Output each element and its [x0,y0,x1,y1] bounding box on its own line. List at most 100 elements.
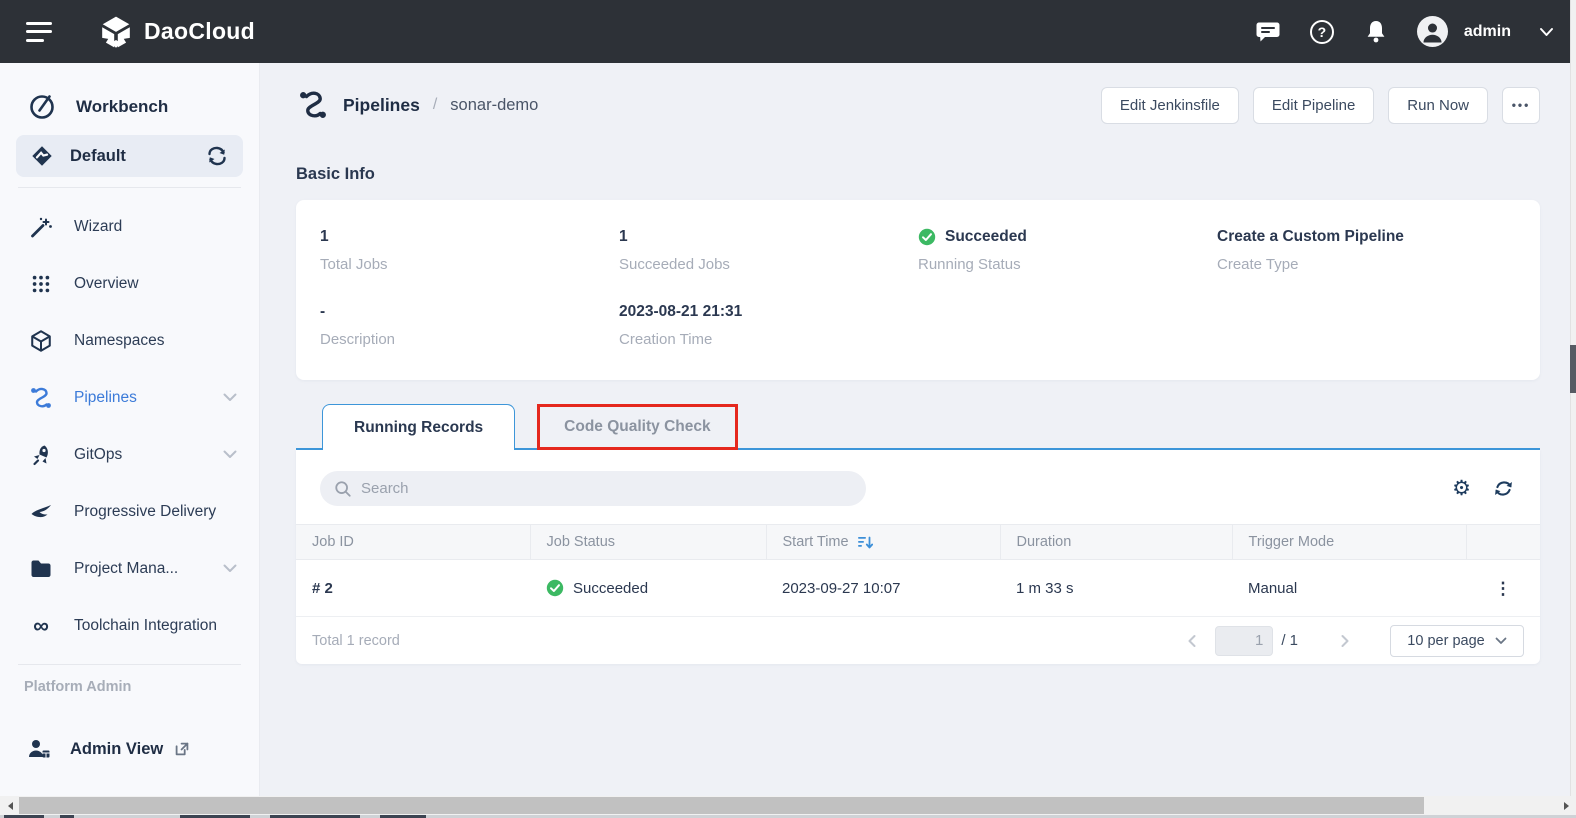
sidebar-item-namespaces[interactable]: Namespaces [0,312,259,369]
chevron-down-icon [223,564,237,573]
cell-trigger-mode: Manual [1232,560,1466,617]
run-now-button[interactable]: Run Now [1388,87,1488,124]
sidebar-item-progressive-delivery[interactable]: Progressive Delivery [0,483,259,540]
col-job-status[interactable]: Job Status [530,525,766,560]
edit-jenkinsfile-button[interactable]: Edit Jenkinsfile [1101,87,1239,124]
sidebar-divider [18,187,241,188]
basic-info-title: Basic Info [296,165,1540,184]
top-bar: DaoCloud ? [0,0,1576,63]
sidebar-item-admin-view[interactable]: Admin View [0,727,259,771]
scroll-left-arrow-icon[interactable] [0,796,19,815]
tab-bar: Running Records Code Quality Check [296,404,1540,450]
col-trigger-mode[interactable]: Trigger Mode [1232,525,1466,560]
column-settings-gear-icon[interactable]: ⚙ [1452,478,1471,499]
breadcrumb-separator: / [433,96,437,114]
basic-info-card: 1 Total Jobs 1 Succeeded Jobs [296,200,1540,380]
page-number-input[interactable] [1215,626,1273,656]
gitops-rocket-icon [28,443,54,467]
cell-duration: 1 m 33 s [1000,560,1232,617]
wizard-wand-icon [28,215,54,239]
info-create-type: Create a Custom Pipeline Create Type [1217,228,1516,273]
info-description: - Description [320,303,619,348]
main-content: Pipelines / sonar-demo Edit Jenkinsfile … [260,63,1576,796]
sidebar: Workbench Default [0,63,260,796]
pipelines-icon [296,88,330,122]
breadcrumb-current: sonar-demo [450,96,538,115]
scroll-right-arrow-icon[interactable] [1557,796,1576,815]
search-input[interactable] [361,480,852,497]
workbench-icon [28,93,56,121]
menu-icon[interactable] [26,22,52,42]
cell-start-time: 2023-09-27 10:07 [766,560,1000,617]
success-check-icon [918,228,936,246]
search-input-wrap[interactable] [320,471,866,506]
info-running-status: Succeeded Running Status [918,228,1217,273]
table-header-row: Job ID Job Status Start Time [296,525,1540,560]
page-total-text: / 1 [1281,632,1298,649]
sidebar-item-wizard[interactable]: Wizard [0,198,259,255]
notification-bell-icon[interactable] [1363,19,1389,45]
chat-icon[interactable] [1255,19,1281,45]
row-actions-kebab-icon[interactable]: ⋮ [1482,580,1524,597]
tab-running-records[interactable]: Running Records [322,404,515,450]
more-actions-button[interactable]: ••• [1502,87,1540,124]
table-footer: Total 1 record / 1 10 per page [296,617,1540,664]
namespaces-cube-icon [28,329,54,353]
username: admin [1464,23,1511,41]
tab-code-quality-check[interactable]: Code Quality Check [537,404,737,450]
workspace-label: Default [70,147,126,166]
workspace-icon [30,144,54,168]
admin-user-icon [26,737,52,761]
select-chevron-down-icon [1495,637,1507,645]
sidebar-item-toolchain-integration[interactable]: ∞ Toolchain Integration [0,597,259,654]
workspace-selector[interactable]: Default [16,135,243,177]
sidebar-workbench[interactable]: Workbench [0,83,259,131]
vertical-scrollbar[interactable] [1570,0,1576,796]
app-window: DaoCloud ? [0,0,1576,818]
chevron-down-icon [223,450,237,459]
col-start-time[interactable]: Start Time [766,525,1000,560]
search-icon [334,480,352,498]
brand-name: DaoCloud [144,18,255,45]
running-records-panel: ⚙ [296,450,1540,664]
refresh-icon[interactable] [1493,478,1514,499]
sidebar-item-pipelines[interactable]: Pipelines [0,369,259,426]
cell-job-status: Succeeded [530,560,766,617]
previous-page-icon[interactable] [1179,633,1205,649]
records-table: Job ID Job Status Start Time [296,524,1540,617]
breadcrumb-root[interactable]: Pipelines [343,95,420,116]
switch-workspace-icon[interactable] [205,145,229,167]
cell-job-id[interactable]: # 2 [296,560,530,617]
pagination: / 1 10 per page [1179,625,1524,657]
bird-icon [28,501,54,523]
info-total-jobs: 1 Total Jobs [320,228,619,273]
sidebar-divider [18,664,241,665]
overview-grid-icon [28,273,54,295]
brand[interactable]: DaoCloud [98,15,255,49]
pipelines-icon [28,385,54,411]
sidebar-item-gitops[interactable]: GitOps [0,426,259,483]
col-job-id[interactable]: Job ID [296,525,530,560]
infinity-icon: ∞ [28,615,54,637]
sidebar-item-project-management[interactable]: Project Mana... [0,540,259,597]
admin-view-label: Admin View [70,740,163,759]
sort-descending-icon[interactable] [857,535,873,550]
horizontal-scrollbar[interactable] [0,796,1576,815]
table-row[interactable]: # 2 Succeeded [296,560,1540,617]
page-size-select[interactable]: 10 per page [1390,625,1524,657]
chevron-down-icon [223,393,237,402]
info-creation-time: 2023-08-21 21:31 Creation Time [619,303,918,348]
next-page-icon[interactable] [1332,633,1358,649]
edit-pipeline-button[interactable]: Edit Pipeline [1253,87,1374,124]
vertical-scrollbar-thumb[interactable] [1570,345,1576,393]
external-link-icon [173,740,191,758]
horizontal-scrollbar-thumb[interactable] [19,797,1424,814]
daocloud-logo-icon [98,15,134,49]
col-duration[interactable]: Duration [1000,525,1232,560]
help-icon[interactable]: ? [1309,19,1335,45]
avatar[interactable] [1417,16,1448,47]
sidebar-item-overview[interactable]: Overview [0,255,259,312]
breadcrumb: Pipelines / sonar-demo [296,88,538,122]
user-chevron-down-icon[interactable] [1539,27,1554,37]
success-check-icon [546,579,564,597]
